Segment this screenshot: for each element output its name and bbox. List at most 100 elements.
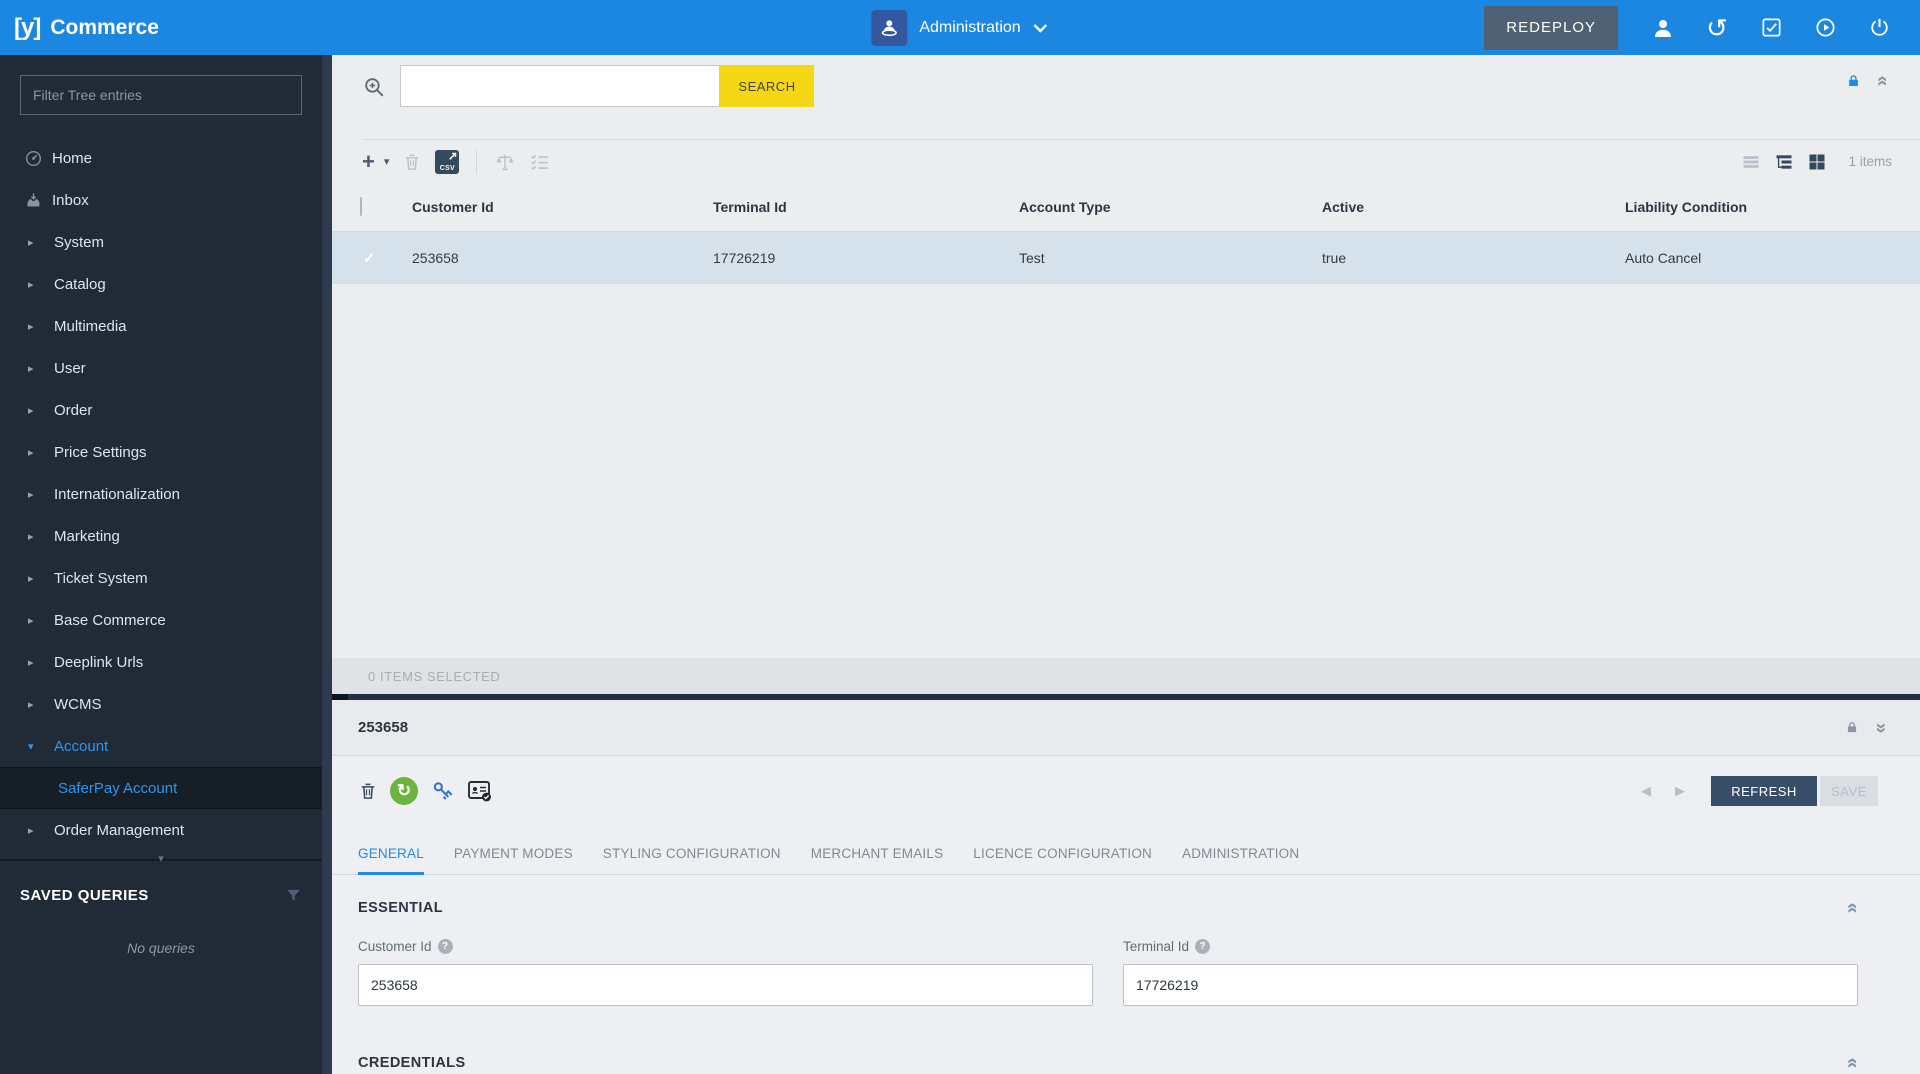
- panel-resize-divider[interactable]: [332, 694, 1920, 700]
- tab-licence-configuration[interactable]: LICENCE CONFIGURATION: [973, 826, 1152, 875]
- tasks-checkbox-icon[interactable]: [1744, 16, 1798, 39]
- user-account-icon[interactable]: [1636, 16, 1690, 40]
- expand-arrow-icon[interactable]: ▸: [28, 572, 46, 585]
- processes-icon[interactable]: [1798, 16, 1852, 39]
- collapse-section-icon[interactable]: »: [1842, 901, 1863, 915]
- delete-item-icon[interactable]: [358, 781, 378, 801]
- filter-funnel-icon[interactable]: [285, 887, 302, 904]
- terminal-id-field-group: Terminal Id ?: [1123, 935, 1858, 1006]
- tab-merchant-emails[interactable]: MERCHANT EMAILS: [811, 826, 944, 875]
- sidebar-item-deeplink-urls[interactable]: ▸ Deeplink Urls: [0, 641, 322, 683]
- essential-section-header: ESSENTIAL »: [358, 893, 1863, 923]
- sidebar-item-catalog[interactable]: ▸ Catalog: [0, 263, 322, 305]
- detail-tabs: GENERAL PAYMENT MODES STYLING CONFIGURAT…: [332, 826, 1920, 875]
- sidebar-item-user[interactable]: ▸ User: [0, 347, 322, 389]
- sidebar-item-order-management[interactable]: ▸ Order Management: [0, 809, 322, 851]
- sidebar-item-internationalization[interactable]: ▸ Internationalization: [0, 473, 322, 515]
- next-item-icon[interactable]: ▶: [1663, 783, 1697, 799]
- sidebar-item-wcms[interactable]: ▸ WCMS: [0, 683, 322, 725]
- grid-view-icon[interactable]: [1807, 152, 1827, 172]
- sidebar-item-home[interactable]: Home: [0, 137, 322, 179]
- compare-scales-icon[interactable]: [494, 151, 516, 173]
- table-row[interactable]: ✓ 253658 17726219 Test true Auto Cancel: [332, 232, 1920, 284]
- expand-arrow-icon[interactable]: ▸: [28, 698, 46, 711]
- column-header-liability-condition[interactable]: Liability Condition: [1625, 199, 1920, 215]
- advanced-search-icon[interactable]: [362, 75, 387, 100]
- tree-view-icon[interactable]: [1774, 152, 1794, 172]
- expand-arrow-icon[interactable]: ▸: [28, 446, 46, 459]
- sidebar-item-marketing[interactable]: ▸ Marketing: [0, 515, 322, 557]
- section-title-credentials: CREDENTIALS: [358, 1055, 466, 1071]
- column-header-customer-id[interactable]: Customer Id: [412, 199, 713, 215]
- csv-export-icon[interactable]: CSV: [435, 149, 460, 174]
- collapse-panel-icon[interactable]: »: [1872, 74, 1893, 88]
- lock-icon[interactable]: [1846, 73, 1861, 89]
- items-count-label: 1 items: [1848, 154, 1892, 169]
- sidebar-item-ticket-system[interactable]: ▸ Ticket System: [0, 557, 322, 599]
- history-icon[interactable]: ↺: [1690, 15, 1744, 41]
- expand-arrow-icon[interactable]: ▸: [28, 320, 46, 333]
- sidebar-item-system[interactable]: ▸ System: [0, 221, 322, 263]
- perspective-dropdown[interactable]: Administration: [871, 0, 1048, 55]
- expand-arrow-icon[interactable]: ▸: [28, 614, 46, 627]
- create-item-icon[interactable]: +: [362, 150, 375, 172]
- create-dropdown-caret-icon[interactable]: ▾: [384, 155, 390, 168]
- help-icon[interactable]: ?: [437, 938, 453, 954]
- expand-arrow-icon[interactable]: ▸: [28, 278, 46, 291]
- expand-arrow-icon[interactable]: ▸: [28, 488, 46, 501]
- list-view-icon[interactable]: [1741, 152, 1761, 172]
- expand-arrow-icon[interactable]: ▸: [28, 824, 46, 837]
- licence-card-icon[interactable]: [467, 779, 493, 803]
- tab-administration[interactable]: ADMINISTRATION: [1182, 826, 1299, 875]
- sync-icon[interactable]: ↻: [390, 777, 418, 805]
- collapse-arrow-icon[interactable]: ▾: [28, 740, 46, 753]
- expand-arrow-icon[interactable]: ▸: [28, 404, 46, 417]
- divider-caret-icon: ▾: [158, 853, 164, 865]
- keys-credentials-icon[interactable]: [430, 779, 455, 804]
- chevron-down-icon: [1033, 23, 1049, 33]
- bulk-edit-checklist-icon[interactable]: [529, 151, 551, 173]
- tab-general[interactable]: GENERAL: [358, 826, 424, 875]
- delete-icon[interactable]: [402, 152, 422, 172]
- collapse-section-icon[interactable]: »: [1842, 1056, 1863, 1070]
- sidebar-item-saferpay-account[interactable]: SaferPay Account: [0, 767, 322, 809]
- save-button[interactable]: SAVE: [1820, 776, 1878, 806]
- customer-id-field[interactable]: [358, 964, 1093, 1006]
- column-header-terminal-id[interactable]: Terminal Id: [713, 199, 1019, 215]
- sidebar-splitter[interactable]: [322, 55, 332, 1074]
- expand-arrow-icon[interactable]: ▸: [28, 656, 46, 669]
- lock-icon[interactable]: [1845, 720, 1859, 735]
- tree-resize-divider[interactable]: ▾: [0, 853, 322, 865]
- previous-item-icon[interactable]: ◀: [1629, 783, 1663, 799]
- no-queries-text: No queries: [127, 940, 195, 956]
- tree-filter-input[interactable]: [20, 75, 302, 115]
- table-header: Customer Id Terminal Id Account Type Act…: [332, 183, 1920, 232]
- tab-payment-modes[interactable]: PAYMENT MODES: [454, 826, 573, 875]
- search-input[interactable]: [400, 65, 720, 107]
- administration-perspective-icon: [871, 9, 908, 46]
- terminal-id-field[interactable]: [1123, 964, 1858, 1006]
- select-all-checkbox[interactable]: [360, 197, 362, 216]
- expand-arrow-icon[interactable]: ▸: [28, 236, 46, 249]
- column-header-account-type[interactable]: Account Type: [1019, 199, 1322, 215]
- cell-active: true: [1322, 250, 1347, 266]
- sidebar-item-account[interactable]: ▾ Account: [0, 725, 322, 767]
- perspective-label: Administration: [919, 18, 1021, 36]
- help-icon[interactable]: ?: [1195, 938, 1211, 954]
- expand-arrow-icon[interactable]: ▸: [28, 530, 46, 543]
- product-title: Commerce: [50, 15, 159, 39]
- sidebar-item-price-settings[interactable]: ▸ Price Settings: [0, 431, 322, 473]
- expand-arrow-icon[interactable]: ▸: [28, 362, 46, 375]
- sidebar-item-order[interactable]: ▸ Order: [0, 389, 322, 431]
- collapse-detail-icon[interactable]: »: [1871, 721, 1892, 735]
- divider-handle[interactable]: [332, 694, 348, 700]
- sidebar-item-multimedia[interactable]: ▸ Multimedia: [0, 305, 322, 347]
- redeploy-button[interactable]: REDEPLOY: [1484, 5, 1618, 50]
- sidebar-item-base-commerce[interactable]: ▸ Base Commerce: [0, 599, 322, 641]
- logout-power-icon[interactable]: [1852, 16, 1906, 39]
- column-header-active[interactable]: Active: [1322, 199, 1625, 215]
- search-button[interactable]: SEARCH: [720, 65, 814, 107]
- tab-styling-configuration[interactable]: STYLING CONFIGURATION: [603, 826, 781, 875]
- refresh-button[interactable]: REFRESH: [1711, 776, 1817, 806]
- sidebar-item-inbox[interactable]: Inbox: [0, 179, 322, 221]
